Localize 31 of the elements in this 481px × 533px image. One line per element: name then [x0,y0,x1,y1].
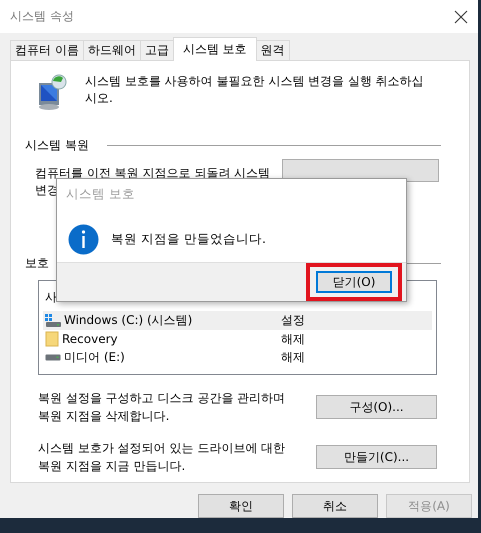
drive-name: 미디어 (E:) [64,349,125,366]
close-button[interactable]: 닫기(O) [316,271,392,293]
protection-status: 해제 [281,330,305,348]
action-button[interactable]: 구성(O)... [316,395,437,420]
protection-status: 해제 [281,349,305,366]
action-button[interactable]: 만들기(C)... [316,445,437,470]
drive-icon [45,314,61,328]
tab[interactable]: 시스템 보호 [172,37,257,62]
protection-status: 설정 [281,312,305,330]
window-title: 시스템 속성 [10,8,74,26]
tab[interactable]: 원격 [256,40,290,60]
section-heading: 시스템 복원 [25,137,89,154]
drive-row[interactable]: Recovery 해제 [43,330,432,348]
folder-icon [45,331,59,348]
description-text: 복원 설정을 구성하고 디스크 공간을 관리하며 복원 지점을 삭제합니다. [38,390,286,426]
drive-name: Recovery [62,332,118,346]
drive-row[interactable]: Windows (C:) (시스템) 설정 [43,311,432,330]
message-text: 복원 지점을 만들었습니다. [111,231,266,248]
info-icon [68,224,99,255]
description-text: 시스템 보호가 설정되어 있는 드라이브에 대한 복원 지점을 지금 만듭니다. [38,440,286,476]
column-header[interactable]: 사 [45,289,57,306]
close-icon[interactable] [454,10,468,24]
drive-name: Windows (C:) (시스템) [64,312,192,330]
dialog-button[interactable]: 확인 [198,494,284,518]
dialog-button[interactable]: 취소 [292,494,378,518]
drive-row[interactable]: 미디어 (E:) 해제 [43,348,432,367]
tab[interactable]: 컴퓨터 이름 [10,40,84,60]
description-text: 시스템 보호를 사용하여 불필요한 시스템 변경을 실행 취소하십시오. [85,73,425,108]
dialog-title: 시스템 보호 [65,185,136,203]
drive-icon [45,354,61,362]
section-heading: 보호 [25,255,49,272]
